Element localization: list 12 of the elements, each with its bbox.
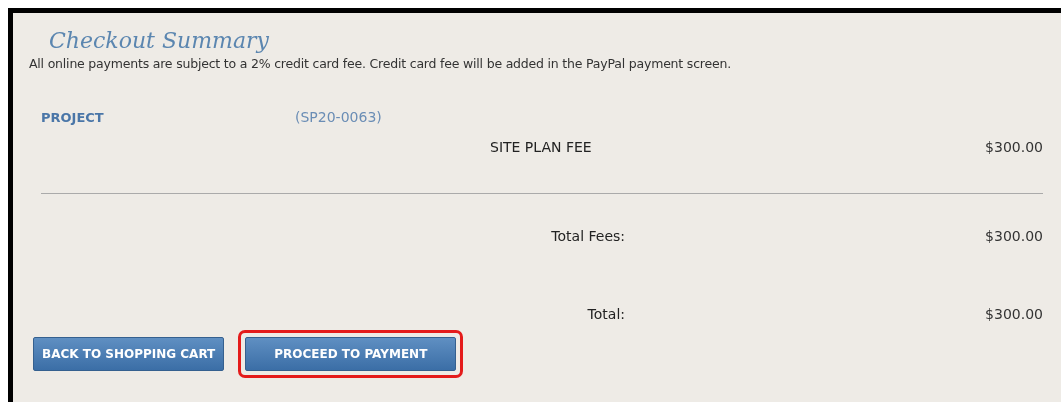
total-amount: $300.00 (985, 228, 1043, 244)
project-number: (SP20-0063) (295, 109, 382, 125)
fee-notice: All online payments are subject to a 2% credit card fee. Credit card fee will be added in the PayPal payment screen. (29, 56, 732, 71)
total-label: Total: (586, 306, 625, 322)
project-label: PROJECT (41, 110, 105, 125)
total-label: Total Fees: (550, 228, 625, 244)
page-title: Checkout Summary (49, 27, 270, 55)
fee-amount: $300.00 (985, 139, 1043, 155)
fee-name: SITE PLAN FEE (490, 139, 592, 155)
back-button[interactable]: BACK TO SHOPPING CART (33, 337, 225, 371)
total-amount: $300.00 (985, 306, 1043, 322)
proceed-button[interactable]: PROCEED TO PAYMENT (245, 337, 457, 371)
